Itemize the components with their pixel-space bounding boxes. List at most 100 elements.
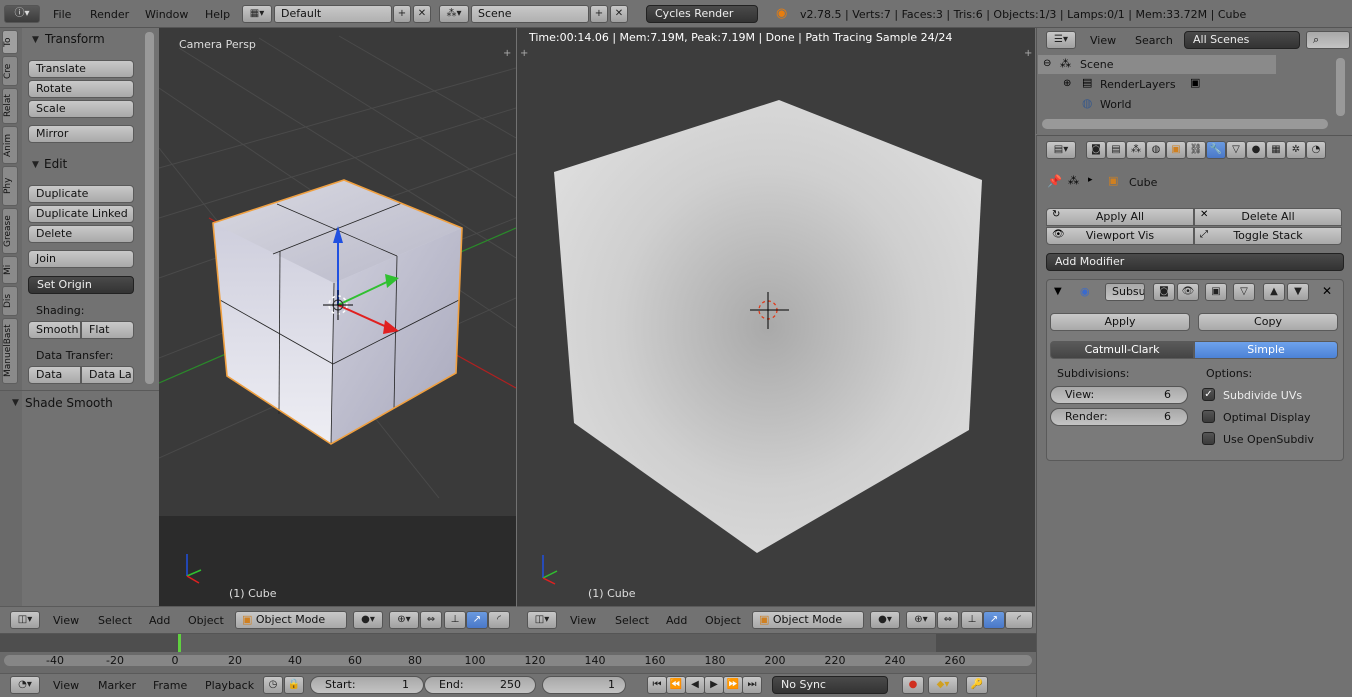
scene-name-field[interactable]: Scene (471, 5, 589, 23)
tab-relations[interactable]: Relat (2, 88, 18, 124)
preview-range-icon[interactable]: ◷ (263, 676, 283, 694)
renderlayers-expand-icon[interactable]: ⊕ (1063, 78, 1071, 89)
jump-start-icon[interactable]: ⏮ (647, 676, 667, 694)
material-context-icon[interactable]: ● (1246, 141, 1266, 159)
timeline-scrollbar[interactable] (4, 655, 1032, 666)
left-pivot-icon[interactable]: ⊕▾ (389, 611, 419, 629)
right-menu-object[interactable]: Object (705, 614, 741, 628)
modifier-collapse-icon[interactable]: ▼ (1054, 286, 1062, 297)
tab-physics[interactable]: Phy (2, 166, 18, 206)
modifier-remove-icon[interactable]: ✕ (1322, 284, 1332, 298)
view-levels-field[interactable]: View: 6 (1050, 386, 1188, 404)
viewport-right[interactable] (517, 28, 1035, 606)
outliner-hscrollbar[interactable] (1042, 119, 1328, 129)
jump-keyframe-forward-icon[interactable]: ⏩ (723, 676, 743, 694)
info-editor-icon[interactable]: ⓘ▾ (4, 5, 40, 23)
layout-name-field[interactable]: Default (274, 5, 392, 23)
modifier-move-down-icon[interactable]: ▼ (1287, 283, 1309, 301)
add-modifier-dropdown[interactable]: Add Modifier (1046, 253, 1344, 271)
right-editor-type-icon[interactable]: ◫▾ (527, 611, 557, 629)
scale-button[interactable]: Scale (28, 100, 134, 118)
jump-end-icon[interactable]: ⏭ (742, 676, 762, 694)
edit-panel-title[interactable]: Edit (44, 157, 67, 171)
menu-help[interactable]: Help (205, 8, 230, 22)
data-context-icon[interactable]: ▽ (1226, 141, 1246, 159)
add-layout-icon[interactable]: + (393, 5, 411, 23)
rotate-button[interactable]: Rotate (28, 80, 134, 98)
object-context-icon[interactable]: ▣ (1166, 141, 1186, 159)
right-manipulator-toggle-icon[interactable]: ⇔ (937, 611, 959, 629)
outliner-menu-view[interactable]: View (1090, 34, 1116, 48)
insert-keyframe-icon[interactable]: 🔑 (966, 676, 988, 694)
viewport-left[interactable] (159, 28, 516, 606)
add-scene-icon[interactable]: + (590, 5, 608, 23)
current-frame-field[interactable]: 1 (542, 676, 626, 694)
right-menu-select[interactable]: Select (615, 614, 649, 628)
left-manipulator-toggle-icon[interactable]: ⇔ (420, 611, 442, 629)
right-menu-add[interactable]: Add (666, 614, 687, 628)
render-context-icon[interactable]: ◙ (1086, 141, 1106, 159)
remove-scene-icon[interactable]: ✕ (610, 5, 628, 23)
renderlayers-context-icon[interactable]: ▤ (1106, 141, 1126, 159)
outliner-item-scene[interactable]: Scene (1080, 58, 1114, 71)
transform-triangle-icon[interactable]: ▼ (32, 35, 39, 45)
start-frame-field[interactable]: Start: 1 (310, 676, 424, 694)
outliner-item-renderlayers[interactable]: RenderLayers (1100, 78, 1176, 91)
apply-all-button[interactable]: Apply All (1046, 208, 1194, 226)
tab-misc[interactable]: Mi (2, 256, 18, 284)
pin-icon[interactable]: 📌 (1047, 174, 1062, 188)
viewport-vis-button[interactable]: Viewport Vis (1046, 227, 1194, 245)
render-levels-field[interactable]: Render: 6 (1050, 408, 1188, 426)
right-scale-manip-icon[interactable]: ◜ (1005, 611, 1033, 629)
left-editor-type-icon[interactable]: ◫▾ (10, 611, 40, 629)
world-context-icon[interactable]: ◍ (1146, 141, 1166, 159)
left-split-handle-icon[interactable]: + (503, 48, 511, 59)
keying-set-icon[interactable]: ◆▾ (928, 676, 958, 694)
modifier-copy-button[interactable]: Copy (1198, 313, 1338, 331)
left-rotate-manip-icon[interactable]: ↗ (466, 611, 488, 629)
transform-panel-title[interactable]: Transform (45, 32, 105, 46)
jump-keyframe-back-icon[interactable]: ⏪ (666, 676, 686, 694)
right-mode-dropdown[interactable]: ▣ Object Mode (752, 611, 864, 629)
translate-button[interactable]: Translate (28, 60, 134, 78)
mirror-button[interactable]: Mirror (28, 125, 134, 143)
physics-context-icon[interactable]: ◔ (1306, 141, 1326, 159)
menu-window[interactable]: Window (145, 8, 188, 22)
optimal-display-checkbox[interactable] (1202, 410, 1215, 423)
current-frame-indicator[interactable] (178, 634, 181, 652)
timeline-menu-playback[interactable]: Playback (205, 679, 254, 693)
toggle-stack-button[interactable]: Toggle Stack (1194, 227, 1342, 245)
viewport-left-canvas[interactable] (159, 28, 516, 606)
modifier-cage-toggle-icon[interactable]: ▽ (1233, 283, 1255, 301)
left-translate-manip-icon[interactable]: ⊥ (444, 611, 466, 629)
right-translate-manip-icon[interactable]: ⊥ (961, 611, 983, 629)
edit-triangle-icon[interactable]: ▼ (32, 160, 39, 170)
timeline-menu-marker[interactable]: Marker (98, 679, 136, 693)
outliner-search-field[interactable]: ⌕ (1306, 31, 1350, 49)
right-pivot-icon[interactable]: ⊕▾ (906, 611, 936, 629)
duplicate-button[interactable]: Duplicate (28, 185, 134, 203)
modifier-viewport-toggle-icon[interactable]: 👁 (1177, 283, 1199, 301)
modifier-editmode-toggle-icon[interactable]: ▣ (1205, 283, 1227, 301)
right-split-handle-icon-left[interactable]: + (520, 48, 528, 59)
tab-create[interactable]: Cre (2, 56, 18, 86)
remove-layout-icon[interactable]: ✕ (413, 5, 431, 23)
modifier-move-up-icon[interactable]: ▲ (1263, 283, 1285, 301)
outliner-filter-dropdown[interactable]: All Scenes (1184, 31, 1300, 49)
sync-mode-dropdown[interactable]: No Sync (772, 676, 888, 694)
outliner-menu-search[interactable]: Search (1135, 34, 1173, 48)
properties-editor-icon[interactable]: ▤▾ (1046, 141, 1076, 159)
right-rotate-manip-icon[interactable]: ↗ (983, 611, 1005, 629)
operator-collapse-icon[interactable]: ▼ (12, 398, 19, 408)
left-menu-view[interactable]: View (53, 614, 79, 628)
join-button[interactable]: Join (28, 250, 134, 268)
menu-file[interactable]: File (53, 8, 71, 22)
tab-animation[interactable]: Anim (2, 126, 18, 164)
texture-context-icon[interactable]: ▦ (1266, 141, 1286, 159)
use-opensubdiv-checkbox[interactable] (1202, 432, 1215, 445)
set-origin-dropdown[interactable]: Set Origin (28, 276, 134, 294)
toolshelf-scrollbar[interactable] (145, 32, 154, 384)
left-menu-object[interactable]: Object (188, 614, 224, 628)
outliner-vscrollbar[interactable] (1336, 58, 1345, 116)
tab-grease-pencil[interactable]: Grease (2, 208, 18, 254)
